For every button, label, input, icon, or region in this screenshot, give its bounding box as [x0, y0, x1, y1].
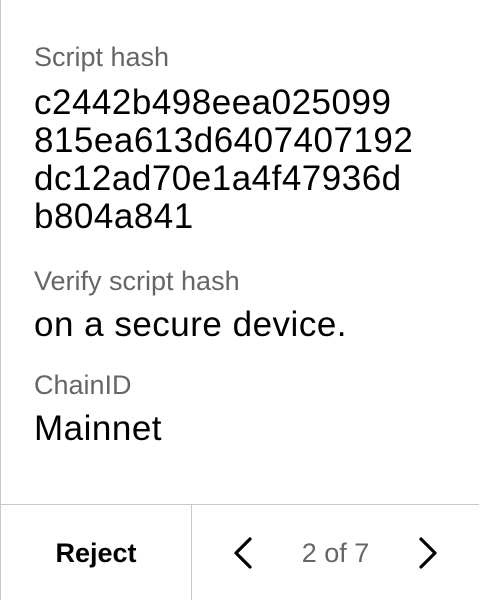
verify-value: on a secure device. [34, 305, 348, 344]
script-hash-value: c2442b498eea025099 815ea613d6407407192 d… [34, 84, 413, 236]
script-hash-line: 815ea613d6407407192 [34, 121, 414, 160]
script-hash-label: Script hash [34, 42, 170, 72]
review-screen: Script hash c2442b498eea025099 815ea613d… [0, 0, 479, 600]
verify-label: Verify script hash [34, 266, 240, 296]
action-footer: Reject 2 of 7 [1, 504, 479, 600]
chevron-right-icon [419, 537, 437, 569]
script-hash-line: b804a841 [34, 197, 194, 236]
previous-page-button[interactable] [219, 529, 267, 577]
chevron-left-icon [234, 537, 252, 569]
chain-id-label: ChainID [34, 370, 132, 400]
script-hash-line: c2442b498eea025099 [34, 83, 392, 122]
reject-button[interactable]: Reject [1, 505, 192, 600]
pager: 2 of 7 [192, 505, 479, 600]
script-hash-line: dc12ad70e1a4f47936d [34, 159, 402, 198]
chain-id-value: Mainnet [34, 409, 163, 448]
next-page-button[interactable] [404, 529, 452, 577]
